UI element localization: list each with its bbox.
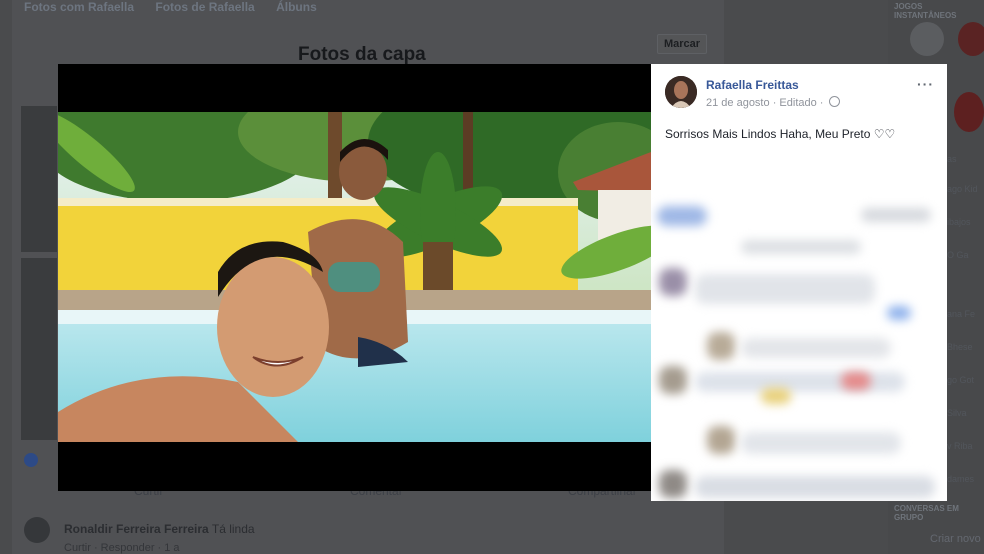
comment: Ronaldir Ferreira Ferreira Tá linda [64, 522, 255, 536]
like-reaction-icon [24, 453, 38, 467]
sidebar-contact[interactable]: as [947, 154, 957, 164]
post-side-panel: Rafaella Freittas 21 de agosto · Editado… [651, 64, 947, 501]
tab-albums[interactable]: Álbuns [276, 0, 317, 14]
game-icon[interactable] [910, 22, 944, 56]
blurred-comment [695, 476, 935, 498]
sidebar-contact[interactable]: go Got [947, 375, 974, 385]
sidebar-contact[interactable]: ana Fe [947, 309, 975, 319]
avatar-image [665, 76, 697, 108]
album-thumbnail[interactable] [21, 106, 57, 252]
globe-icon[interactable] [828, 96, 840, 107]
album-thumbnail[interactable] [21, 258, 57, 440]
post-meta: 21 de agosto · Editado · [706, 96, 840, 109]
sidebar-contact[interactable]: Silva [947, 408, 967, 418]
instant-games-header: JOGOS INSTANTÂNEOS [894, 2, 957, 20]
group-chats-header: CONVERSAS EM GRUPO [894, 504, 959, 522]
blurred-reaction [761, 388, 791, 404]
sidebar-contact[interactable]: v Riba [947, 441, 973, 451]
tag-button[interactable]: Marcar [657, 34, 707, 54]
commenter-avatar [24, 517, 50, 543]
blurred-reactions [657, 206, 707, 226]
blurred-comment [741, 338, 891, 358]
author-avatar[interactable] [665, 76, 697, 108]
create-group-link[interactable]: Criar novo [930, 533, 981, 545]
post-caption: Sorrisos Mais Lindos Haha, Meu Preto ♡♡ [665, 127, 896, 141]
sidebar-contact[interactable]: Bhese [947, 342, 973, 352]
game-icon[interactable] [954, 92, 984, 132]
blurred-comment [695, 274, 875, 304]
sidebar-contact[interactable]: ibajos [947, 217, 971, 227]
blurred-counts [861, 208, 931, 222]
meta-separator: · [819, 97, 824, 109]
photo-theater [58, 64, 651, 491]
blurred-actions [741, 240, 861, 254]
tab-photos-with[interactable]: Fotos com Rafaella [24, 0, 134, 14]
blurred-comment [695, 372, 905, 392]
game-icon[interactable] [958, 22, 984, 56]
sidebar-contact[interactable]: ago Kid [947, 184, 978, 194]
post-date[interactable]: 21 de agosto [706, 97, 770, 109]
album-title: Fotos da capa [298, 44, 426, 65]
pool-selfie-photo[interactable] [58, 112, 651, 442]
pool-selfie-image [58, 112, 651, 442]
sidebar-contact[interactable]: dames [947, 474, 974, 484]
blurred-avatar [659, 268, 687, 296]
blurred-reaction [841, 372, 871, 390]
blurred-comments-area [651, 194, 947, 501]
photo-tabs: Fotos com Rafaella Fotos de Rafaella Álb… [24, 0, 335, 14]
meta-separator: · [772, 97, 777, 109]
more-options-icon[interactable]: ··· [917, 76, 934, 92]
comment-author[interactable]: Ronaldir Ferreira Ferreira [64, 522, 209, 536]
sidebar-contact[interactable]: O Ga [947, 250, 969, 260]
blurred-reaction [887, 306, 911, 320]
edited-label[interactable]: Editado [779, 97, 816, 109]
blurred-avatar [707, 332, 735, 360]
comment-meta[interactable]: Curtir · Responder · 1 a [64, 542, 180, 554]
blurred-avatar [659, 366, 687, 394]
blurred-avatar [659, 470, 687, 498]
blurred-avatar [707, 426, 735, 454]
author-name[interactable]: Rafaella Freittas [706, 78, 799, 92]
comment-text: Tá linda [211, 522, 255, 536]
tab-photos-of[interactable]: Fotos de Rafaella [155, 0, 254, 14]
blurred-comment [741, 432, 901, 454]
